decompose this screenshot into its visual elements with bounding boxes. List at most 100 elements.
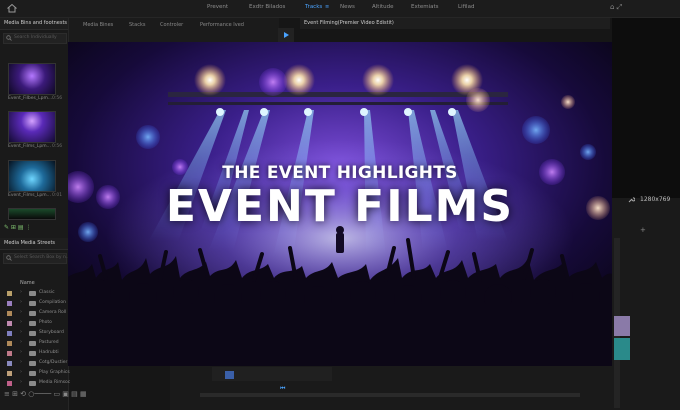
chevron-right-icon[interactable]: › (20, 299, 22, 305)
name-column-header[interactable]: Name (20, 280, 35, 286)
hero-title: EVENT FILMS (165, 181, 515, 232)
chevron-right-icon[interactable]: › (20, 379, 22, 385)
file-name: Camera Roll (39, 310, 67, 315)
audio-level (614, 338, 630, 360)
track-target-button[interactable] (225, 371, 234, 379)
program-monitor-tab[interactable]: Event Filming(Premier Video Edistit) (300, 18, 610, 29)
folder-icon (29, 311, 36, 316)
file-name: Compilation (39, 300, 67, 305)
file-name: Storyboard (39, 330, 64, 335)
file-name: Pastured (39, 340, 59, 345)
menu-item-tracks[interactable]: Tracks (305, 4, 322, 10)
hero-subtitle: THE EVENT HIGHLIGHTS (222, 163, 458, 183)
chevron-right-icon[interactable]: › (20, 339, 22, 345)
chevron-right-icon[interactable]: › (20, 369, 22, 375)
bottom-toolbar[interactable]: ≡ ⊞ ⟲ ○──── ▭ ▣ ▤ ▦ (4, 390, 87, 398)
menu-item-lifilad[interactable]: Lifilad (458, 4, 474, 10)
label-color-swatch (7, 361, 12, 366)
menu-item-altitude[interactable]: Altitude (372, 4, 394, 10)
add-icon[interactable]: + (640, 226, 646, 234)
label-color-swatch (7, 311, 12, 316)
event-films-promo-image: THE EVENT HIGHLIGHTS EVENT FILMS (68, 42, 612, 366)
label-color-swatch (7, 291, 12, 296)
file-name: Classic (39, 290, 55, 295)
file-row[interactable]: › Media Rimsoc (0, 379, 71, 388)
label-color-swatch (7, 351, 12, 356)
wrench-icon[interactable] (627, 196, 635, 204)
folder-icon (29, 371, 36, 376)
play-button[interactable] (278, 28, 294, 42)
chevron-right-icon[interactable]: › (20, 349, 22, 355)
label-color-swatch (7, 321, 12, 326)
folder-icon (29, 331, 36, 336)
top-menu-bar: Prevent Exdtr Bilados Tracks ≡ News Alti… (0, 0, 680, 18)
tab-stacks[interactable]: Stacks (129, 22, 145, 28)
folder-icon (29, 301, 36, 306)
file-name: Media Rimsoc (39, 380, 71, 385)
tracks-dropdown-icon[interactable]: ≡ (325, 4, 329, 10)
search-placeholder: Select Search Box by n... (14, 255, 71, 260)
file-row[interactable]: › Cotg/Dustier (0, 359, 68, 368)
search-icon (6, 35, 12, 41)
folder-icon (29, 351, 36, 356)
file-row[interactable]: › Camera Roll (0, 309, 68, 318)
chevron-right-icon[interactable]: › (20, 309, 22, 315)
chevron-right-icon[interactable]: › (20, 289, 22, 295)
folder-icon (29, 341, 36, 346)
folder-icon (29, 361, 36, 366)
folder-icon (29, 381, 36, 386)
tab-performance[interactable]: Performance Ived (200, 22, 244, 28)
thumbnail-caption: Event_Films_Lpm... (8, 193, 51, 198)
thumbnail-caption: Event_Films_Lpm... (8, 144, 51, 149)
label-color-swatch (7, 331, 12, 336)
file-row[interactable]: › Classic (0, 289, 68, 298)
file-row[interactable]: › Play Graphics (0, 369, 70, 378)
file-name: Play Graphics (39, 370, 70, 375)
media-thumbnail[interactable] (8, 111, 56, 143)
search-icon (6, 255, 12, 261)
thumbnail-duration: 0:56 (52, 96, 63, 101)
menu-item-prevent[interactable]: Prevent (207, 4, 228, 10)
file-name: Photo (39, 320, 52, 325)
media-thumbnail[interactable] (8, 208, 56, 220)
chevron-right-icon[interactable]: › (20, 359, 22, 365)
menu-item-extemiats[interactable]: Extemiats (411, 4, 439, 10)
menu-item-news[interactable]: News (340, 4, 355, 10)
media-tab-label: Media Media Streets (4, 240, 56, 246)
search-input[interactable]: Search Individually (3, 33, 67, 44)
chevron-right-icon[interactable]: › (20, 319, 22, 325)
media-thumbnail[interactable] (8, 63, 56, 95)
timeline-scrollbar[interactable] (200, 393, 580, 397)
search-placeholder: Search Individually (14, 35, 57, 40)
file-name: Hadrubti (39, 350, 59, 355)
home-icon[interactable] (7, 3, 17, 13)
file-name: Cotg/Dustier (39, 360, 68, 365)
source-panel-tabs: Media Bines Stacks Controler Performance… (69, 18, 279, 44)
play-icon (284, 32, 289, 38)
window-controls-icon[interactable]: ⌂ ⤢ (610, 3, 622, 12)
audio-meters-panel: + (612, 198, 680, 410)
project-tab-label: Media Bins and footnests (4, 20, 68, 26)
timeline-panel: ⏮ (170, 365, 612, 410)
tab-media-bines[interactable]: Media Bines (83, 22, 113, 28)
label-color-swatch (7, 301, 12, 306)
media-search-input[interactable]: Select Search Box by n... (3, 253, 71, 264)
chevron-right-icon[interactable]: › (20, 329, 22, 335)
panel-toolbar[interactable]: ✎ ⊞ ▤ ⋮ (4, 224, 31, 231)
label-color-swatch (7, 341, 12, 346)
media-thumbnail[interactable] (8, 160, 56, 192)
playhead-marker[interactable]: ⏮ (280, 385, 285, 393)
file-row[interactable]: › Photo (0, 319, 68, 328)
audio-level (614, 316, 630, 336)
menu-item-editor[interactable]: Exdtr Bilados (249, 4, 285, 10)
label-color-swatch (7, 371, 12, 376)
file-row[interactable]: › Hadrubti (0, 349, 68, 358)
file-row[interactable]: › Pastured (0, 339, 68, 348)
media-tab[interactable]: Media Media Streets (0, 238, 68, 250)
program-monitor-title: Event Filming(Premier Video Edistit) (304, 20, 394, 26)
file-row[interactable]: › Storyboard (0, 329, 68, 338)
file-row[interactable]: › Compilation (0, 299, 68, 308)
project-tab[interactable]: Media Bins and footnests (0, 18, 68, 30)
project-panel: Media Bins and footnests Search Individu… (0, 18, 71, 410)
tab-controler[interactable]: Controler (160, 22, 183, 28)
